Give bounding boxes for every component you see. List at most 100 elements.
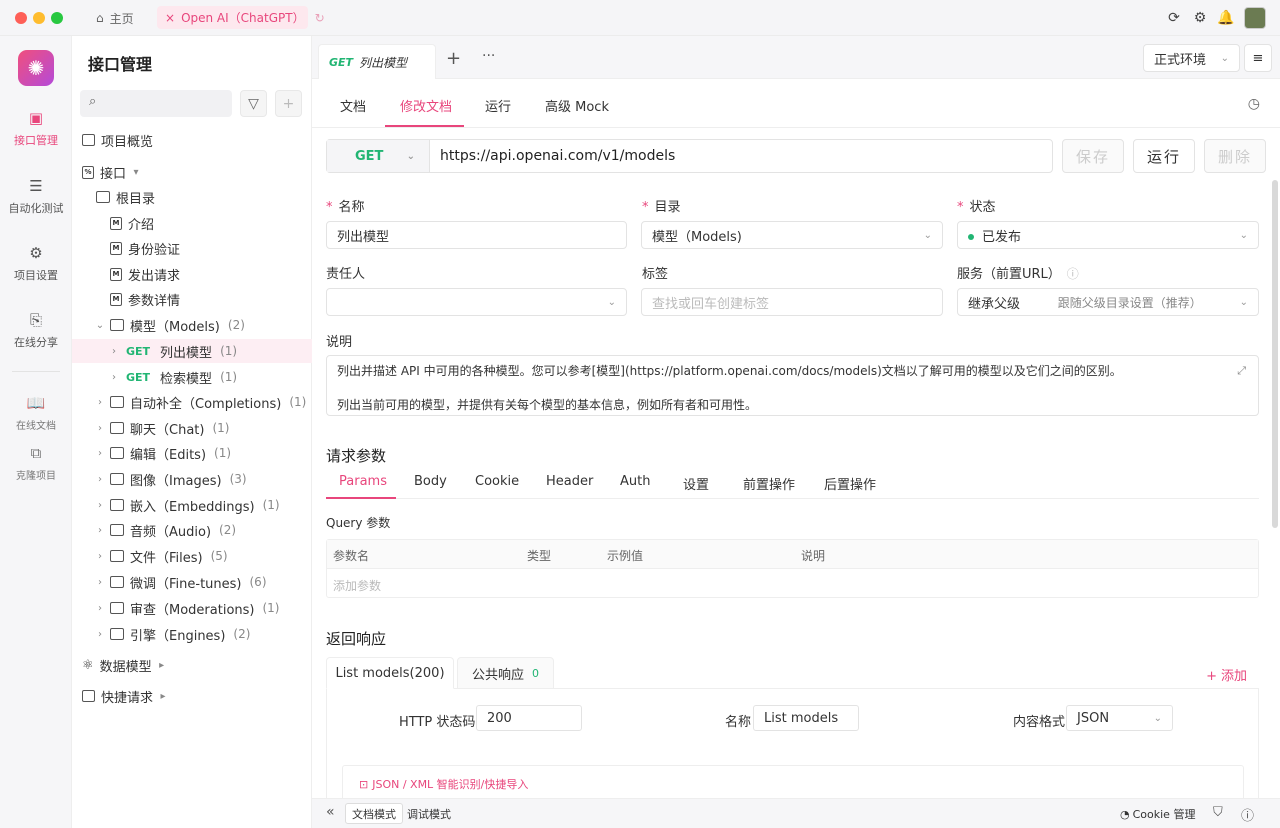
owner-select[interactable]: ⌄ xyxy=(326,288,627,316)
sync-icon[interactable]: ⟳ xyxy=(1166,10,1182,26)
nav-project-settings[interactable]: ⚙ 项目设置 xyxy=(0,243,72,283)
tree-endpoint-list-models[interactable]: › GET 列出模型 (1) xyxy=(72,339,312,363)
add-param-input[interactable]: 添加参数 xyxy=(333,577,381,594)
tab-post-actions[interactable]: 后置操作 xyxy=(824,474,876,493)
content-format-select[interactable]: JSON ⌄ xyxy=(1066,705,1173,731)
tab-advanced-mock[interactable]: 高级 Mock xyxy=(545,96,609,115)
tree-folder[interactable]: › 自动补全（Completions) (1) xyxy=(72,390,312,414)
tab-edit-docs[interactable]: 修改文档 xyxy=(400,96,452,115)
directory-select[interactable]: 模型（Models) ⌄ xyxy=(641,221,943,249)
add-response-button[interactable]: + 添加 xyxy=(1206,665,1247,684)
tree-folder[interactable]: › 图像（Images) (3) xyxy=(72,467,312,491)
service-select[interactable]: 继承父级 跟随父级目录设置（推荐） ⌄ xyxy=(957,288,1259,316)
plus-icon: + xyxy=(282,95,295,112)
help-icon[interactable]: ⓘ xyxy=(1067,267,1079,281)
maximize-window-button[interactable] xyxy=(51,12,63,24)
count-badge: 0 xyxy=(532,666,539,680)
debug-mode-button[interactable]: 调试模式 xyxy=(401,803,457,824)
window-titlebar: ⌂ 主页 × Open AI（ChatGPT） ↻ ⟳ ⚙ 🔔 xyxy=(0,0,1280,36)
tree-doc-item[interactable]: M 介绍 xyxy=(72,211,312,235)
plus-icon[interactable]: + xyxy=(446,48,461,69)
help-icon[interactable]: ⓘ xyxy=(1241,805,1254,824)
menu-button[interactable]: ≡ xyxy=(1244,44,1272,72)
tab-header[interactable]: Header xyxy=(546,474,593,489)
tree-item-label: 发出请求 xyxy=(128,268,181,284)
more-icon[interactable]: ··· xyxy=(482,48,495,64)
tab-open-ai[interactable]: × Open AI（ChatGPT） ↻ xyxy=(157,6,325,29)
save-button[interactable]: 保存 xyxy=(1062,139,1124,173)
run-button[interactable]: 运行 xyxy=(1133,139,1195,173)
tree-root-folder[interactable]: 根目录 xyxy=(72,185,312,209)
tab-home[interactable]: ⌂ 主页 xyxy=(88,6,142,30)
tab-auth[interactable]: Auth xyxy=(620,474,650,489)
sidebar-search-input[interactable]: ⌕ xyxy=(80,90,232,117)
nav-api-management[interactable]: ▣ 接口管理 xyxy=(0,108,72,148)
chevron-down-icon: ⌄ xyxy=(1239,229,1248,241)
cookie-manager-button[interactable]: ◔ Cookie 管理 xyxy=(1120,806,1195,822)
tab-common-response[interactable]: 公共响应 0 xyxy=(457,657,554,689)
method-select[interactable]: GET ⌄ xyxy=(327,140,430,172)
tree-folder[interactable]: › 引擎（Engines) (2) xyxy=(72,622,312,646)
status-select[interactable]: 已发布 ⌄ xyxy=(957,221,1259,249)
tree-item-label: 引擎（Engines) xyxy=(130,628,226,644)
history-icon[interactable]: ◷ xyxy=(1248,96,1260,112)
tab-pre-actions[interactable]: 前置操作 xyxy=(743,474,795,493)
tree-doc-item[interactable]: M 身份验证 xyxy=(72,236,312,260)
tab-settings[interactable]: 设置 xyxy=(683,474,709,493)
refresh-tab-icon[interactable]: ↻ xyxy=(315,11,325,25)
gear-icon[interactable]: ⚙ xyxy=(1192,10,1208,26)
collapse-icon[interactable]: « xyxy=(326,804,335,820)
tags-input[interactable]: 查找或回车创建标签 xyxy=(641,288,943,316)
avatar[interactable] xyxy=(1244,7,1266,29)
chevron-down-icon: ⌄ xyxy=(923,229,932,241)
nav-online-share[interactable]: ⎘ 在线分享 xyxy=(0,310,72,350)
tree-folder[interactable]: › 文件（Files) (5) xyxy=(72,544,312,568)
shirt-icon[interactable]: ⛉ xyxy=(1213,805,1223,820)
name-input[interactable]: 列出模型 xyxy=(326,221,627,249)
json-import-link[interactable]: JSON / XML 智能识别/快捷导入 xyxy=(372,778,528,791)
nav-online-docs[interactable]: 📖 在线文档 xyxy=(0,393,72,432)
doc-tab-list-models[interactable]: GET 列出模型 xyxy=(318,44,436,79)
tree-doc-item[interactable]: M 发出请求 xyxy=(72,262,312,286)
doc-mode-button[interactable]: 文档模式 xyxy=(345,803,403,824)
filter-button[interactable]: ▽ xyxy=(240,90,267,117)
tab-docs[interactable]: 文档 xyxy=(340,96,366,115)
environment-select[interactable]: 正式环境 ⌄ xyxy=(1143,44,1240,72)
tree-folder[interactable]: › 嵌入（Embeddings) (1) xyxy=(72,493,312,517)
scrollbar[interactable] xyxy=(1272,180,1278,528)
tree-folder[interactable]: › 微调（Fine-tunes) (6) xyxy=(72,570,312,594)
sidebar-item-label: 接口 xyxy=(100,166,127,182)
http-status-input[interactable]: 200 xyxy=(476,705,582,731)
close-tab-icon[interactable]: × xyxy=(165,11,175,25)
minimize-window-button[interactable] xyxy=(33,12,45,24)
description-textarea[interactable]: 列出并描述 API 中可用的各种模型。您可以参考[模型](https://pla… xyxy=(326,355,1259,416)
sidebar-item-quick-requests[interactable]: 快捷请求 ▸ xyxy=(72,684,312,708)
tab-response-200[interactable]: List models(200) xyxy=(326,657,454,689)
sidebar-item-overview[interactable]: 项目概览 xyxy=(72,128,312,152)
tab-params[interactable]: Params xyxy=(339,474,387,489)
tree-endpoint-retrieve-model[interactable]: › GET 检索模型 (1) xyxy=(72,365,312,389)
delete-button[interactable]: 删除 xyxy=(1204,139,1266,173)
bell-icon[interactable]: 🔔 xyxy=(1217,10,1234,26)
json-import-box[interactable]: ⊡ JSON / XML 智能识别/快捷导入 xyxy=(342,765,1244,801)
tab-run[interactable]: 运行 xyxy=(485,96,511,115)
sidebar-item-data-models[interactable]: ⚛ 数据模型 ▸ xyxy=(72,653,312,677)
close-window-button[interactable] xyxy=(15,12,27,24)
add-button[interactable]: + xyxy=(275,90,302,117)
sidebar-item-interfaces[interactable]: % 接口 ▾ xyxy=(72,160,312,184)
tree-folder[interactable]: › 音频（Audio) (2) xyxy=(72,518,312,542)
tree-doc-item[interactable]: M 参数详情 xyxy=(72,287,312,311)
nav-automation[interactable]: ☰ 自动化测试 xyxy=(0,176,72,216)
url-input[interactable]: https://api.openai.com/v1/models xyxy=(430,148,675,164)
tab-cookie[interactable]: Cookie xyxy=(475,474,519,489)
tree-folder-models[interactable]: ⌄ 模型（Models) (2) xyxy=(72,313,312,337)
expand-icon[interactable]: ⤢ xyxy=(1237,362,1246,379)
nav-clone-project[interactable]: ⧉ 克隆项目 xyxy=(0,443,72,482)
tree-folder[interactable]: › 审查（Moderations) (1) xyxy=(72,596,312,620)
tree-folder[interactable]: › 编辑（Edits) (1) xyxy=(72,441,312,465)
tree-folder[interactable]: › 聊天（Chat) (1) xyxy=(72,416,312,440)
bottom-bar: « 文档模式 调试模式 ◔ Cookie 管理 ⛉ ⓘ xyxy=(312,798,1280,828)
response-name-input[interactable]: List models xyxy=(753,705,859,731)
response-tabs: List models(200) 公共响应 0 + 添加 xyxy=(326,657,1259,689)
tab-body[interactable]: Body xyxy=(414,474,447,489)
